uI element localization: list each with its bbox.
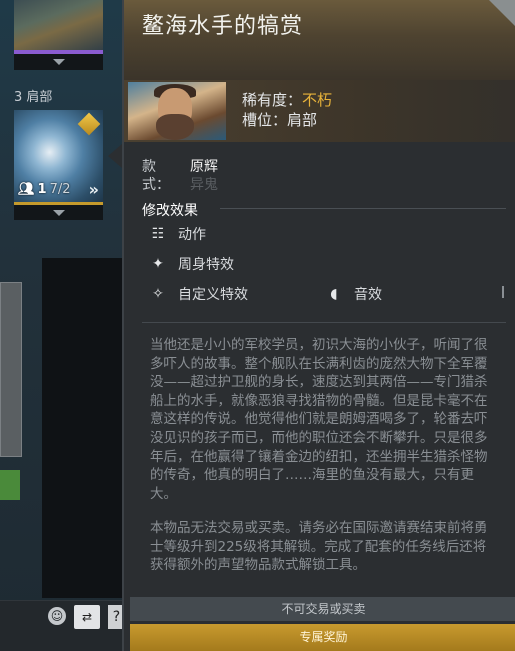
chevron-down-icon: [52, 209, 65, 216]
style-label: 款式：: [142, 159, 170, 193]
tooltip-pointer: [108, 144, 122, 168]
preview-frame: [0, 282, 22, 457]
magic-wand-icon: ✧: [152, 286, 164, 302]
item-info: 稀有度：不朽 槽位：肩部: [242, 90, 332, 130]
modifier-sound: ◖ 音效: [324, 284, 382, 304]
hero-portrait: [128, 82, 226, 140]
counter-main: 1: [37, 182, 47, 197]
modifier-label: 音效: [354, 287, 382, 303]
corner-fold: [489, 0, 515, 28]
modifier-animation: ☷ 动作: [148, 224, 206, 244]
slot-label: 3 肩部: [14, 90, 53, 105]
trade-status-bar: 不可交易或买卖: [130, 597, 515, 621]
item-tooltip: 鳌海水手的犒赏 稀有度：不朽 槽位：肩部 款式： 原辉 异鬼 修改效果 ☷ 动作…: [122, 0, 515, 651]
inventory-panel: 3 肩部 👥︎ 1 7/2 » ☺ ⇄ ?: [0, 0, 125, 651]
rarity-line: 稀有度：不朽: [242, 90, 332, 110]
modifier-label: 动作: [178, 227, 206, 243]
slot-line: 槽位：肩部: [242, 111, 318, 129]
exclusive-reward-bar: 专属奖励: [130, 624, 515, 651]
gold-ornament-icon: [77, 112, 101, 136]
modifier-label: 自定义特效: [178, 287, 248, 303]
item-card-previous[interactable]: [14, 0, 103, 70]
tooltip-header: 鳌海水手的犒赏: [124, 0, 515, 80]
modifier-custom-effects: ✧ 自定义特效: [148, 284, 248, 304]
modifiers-heading: 修改效果: [142, 203, 198, 219]
chevron-down-icon: [52, 59, 65, 65]
sparkles-icon: ✦: [152, 256, 164, 272]
walking-figure-icon: ☷: [151, 226, 165, 242]
item-card-art: [14, 0, 103, 52]
tooltip-info: 稀有度：不朽 槽位：肩部: [124, 80, 515, 142]
people-icon: 👥︎: [18, 182, 35, 197]
swap-button[interactable]: ⇄: [74, 605, 100, 629]
heading-divider: [220, 208, 506, 209]
style-value-alt[interactable]: 异鬼: [190, 176, 218, 194]
green-action-button[interactable]: [0, 470, 20, 500]
scrollbar[interactable]: [502, 286, 504, 298]
preview-area: [42, 258, 125, 598]
lock-note: 本物品无法交易或买卖。请务必在国际邀请赛结束前将勇士等级升到225级将其解锁。完…: [150, 520, 488, 574]
item-counter: 👥︎ 1 7/2: [18, 182, 70, 197]
section-divider: [142, 322, 506, 323]
modifier-ambient: ✦ 周身特效: [148, 254, 234, 274]
more-chevron-icon[interactable]: »: [89, 180, 99, 199]
style-value[interactable]: 原辉: [190, 158, 218, 176]
modifier-label: 周身特效: [178, 257, 234, 273]
item-card-dropdown[interactable]: [14, 54, 103, 70]
speaker-icon: ◖: [330, 286, 338, 302]
lore-text: 当他还是小小的军校学员，初识大海的小伙子，听闻了很多吓人的故事。整个舰队在长满利…: [150, 337, 488, 502]
swap-icon: ⇄: [81, 610, 93, 624]
portrait-beard: [156, 114, 194, 140]
rarity-value: 不朽: [302, 91, 333, 109]
smiley-icon[interactable]: ☺: [48, 607, 66, 625]
item-card-dropdown[interactable]: [14, 205, 103, 220]
rarity-label: 稀有度：: [242, 91, 303, 109]
item-card-selected[interactable]: 👥︎ 1 7/2 »: [14, 110, 103, 220]
counter-sub: 7/2: [49, 182, 71, 197]
bottom-toolbar: [0, 600, 125, 651]
item-title: 鳌海水手的犒赏: [142, 14, 304, 39]
